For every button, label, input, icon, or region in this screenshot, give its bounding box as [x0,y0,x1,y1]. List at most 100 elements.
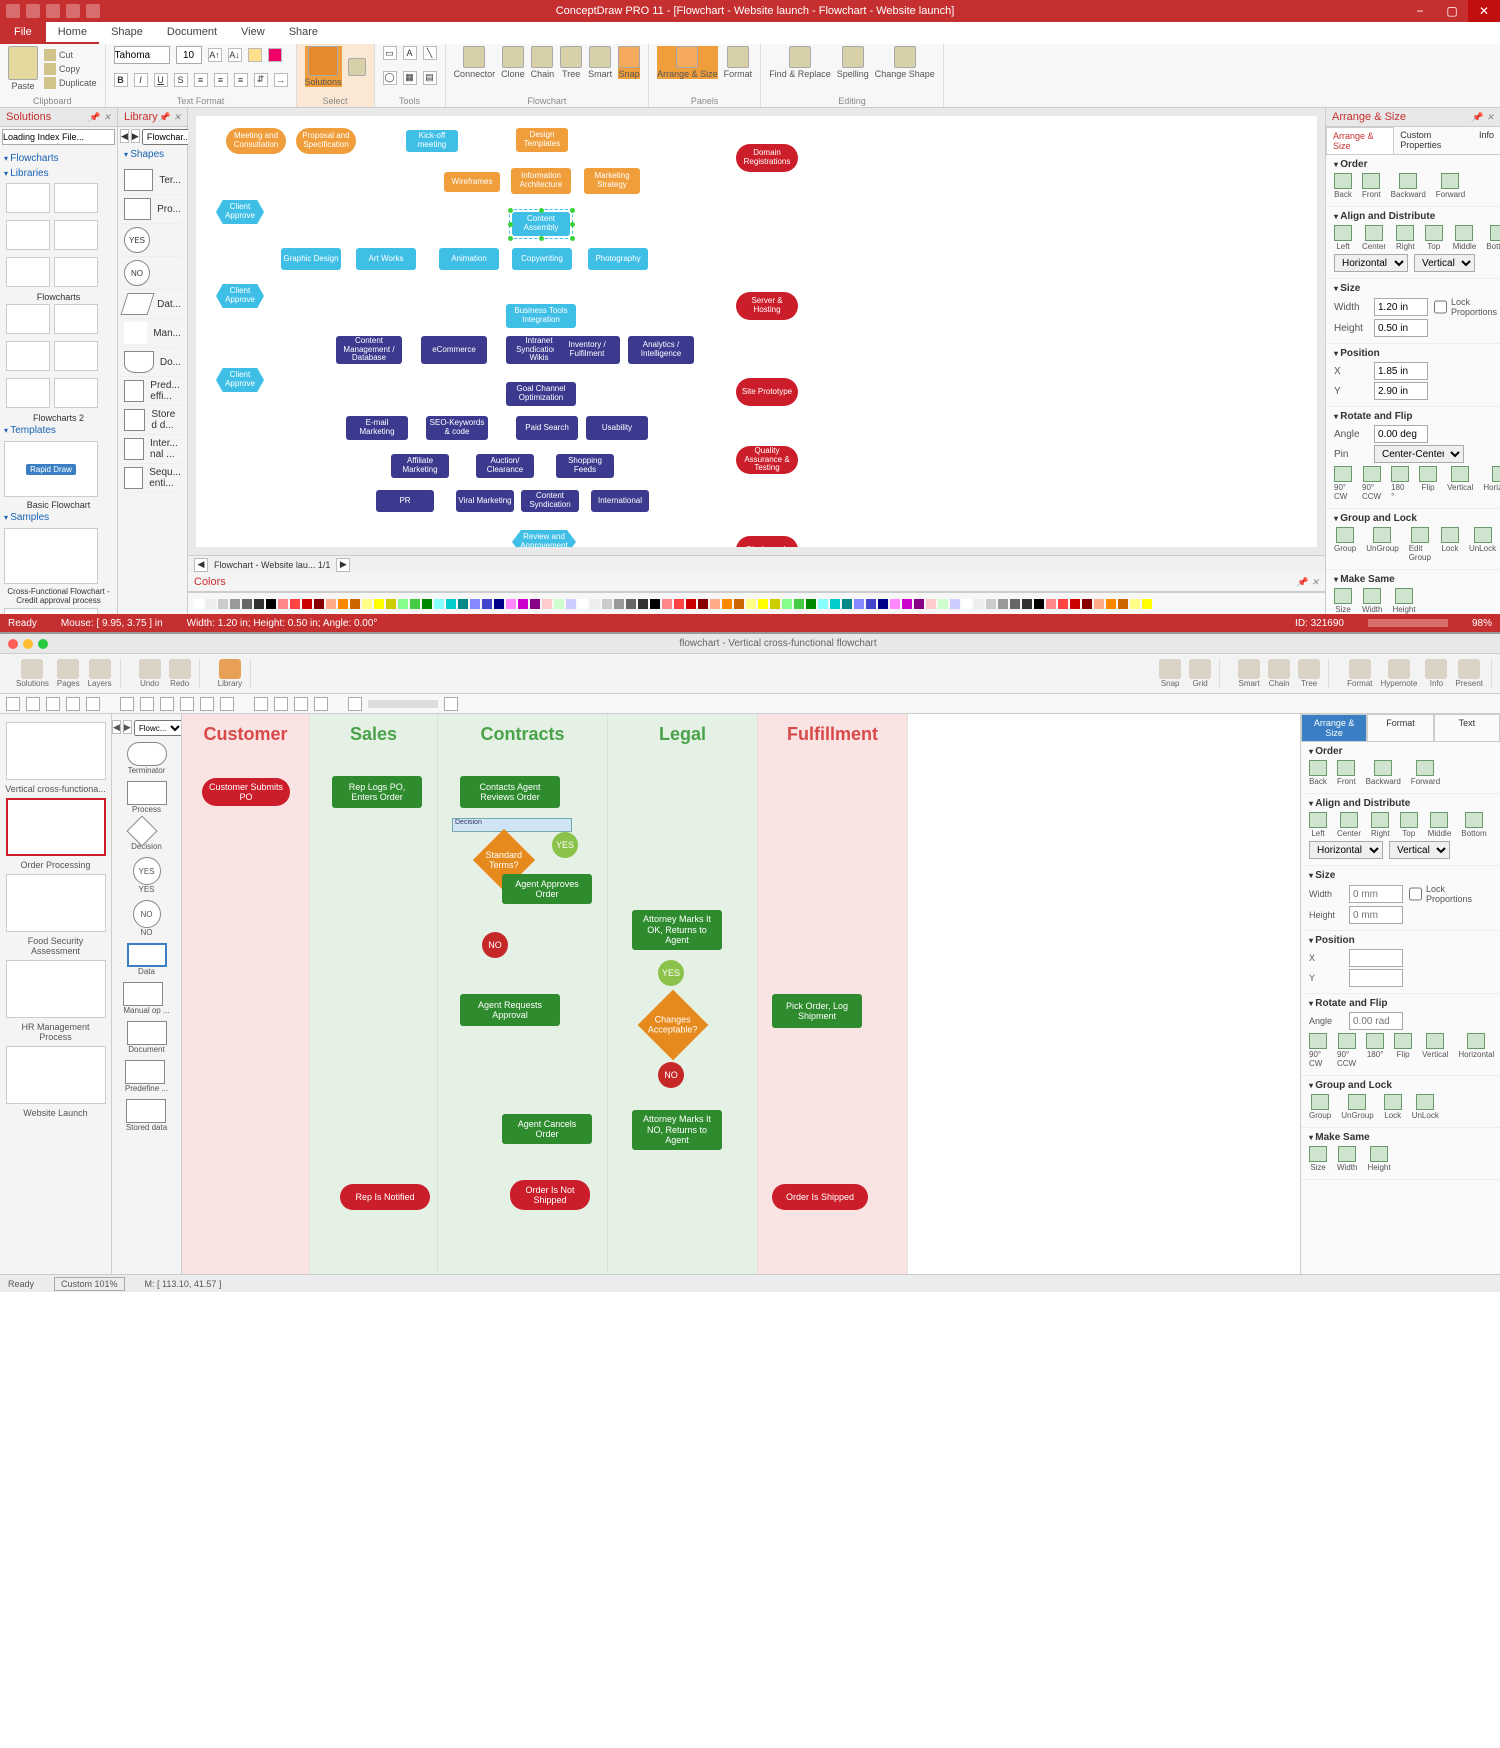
panel-action-forward[interactable]: Forward [1436,173,1465,199]
flowchart-node[interactable]: Client Approve [216,284,264,308]
width-input[interactable] [1374,298,1428,316]
flowchart-node[interactable]: Rep Is Notified [340,1184,430,1210]
color-swatch[interactable] [530,599,540,609]
spelling-button[interactable]: Spelling [837,46,869,79]
solutions-tool[interactable]: Solutions [16,659,49,688]
color-swatch[interactable] [494,599,504,609]
select-templates-icon[interactable] [348,58,366,76]
zoom-in-icon[interactable] [444,697,458,711]
pages-tool[interactable]: Pages [57,659,80,688]
panel-action-ungroup[interactable]: UnGroup [1341,1094,1373,1120]
color-swatch[interactable] [566,599,576,609]
panel-action-unlock[interactable]: UnLock [1412,1094,1439,1120]
color-palette[interactable] [188,592,1325,614]
flowchart-node[interactable]: Meeting and Consultation [226,128,286,154]
solutions-button[interactable]: Solutions [305,46,342,87]
color-swatch[interactable] [1022,599,1032,609]
color-swatch[interactable] [254,599,264,609]
flowchart-node[interactable]: Site Launch [736,536,798,547]
solutions-search-input[interactable] [2,129,115,145]
flowchart-node[interactable]: Paid Search [516,416,578,440]
flowchart-node[interactable]: Contacts Agent Reviews Order [460,776,560,808]
shape-palette-item[interactable]: Manual op ... [123,982,169,1015]
library-tool[interactable]: Library [218,659,242,688]
info-tool[interactable]: Info [1425,659,1447,688]
flowchart-node[interactable]: Affiliate Marketing [391,454,449,478]
color-swatch[interactable] [758,599,768,609]
panel-action-middle[interactable]: Middle [1453,225,1477,251]
color-swatch[interactable] [242,599,252,609]
align-right-icon[interactable]: ≡ [234,73,248,87]
color-swatch[interactable] [1034,599,1044,609]
color-swatch[interactable] [818,599,828,609]
library-shape[interactable]: Pro... [122,195,183,224]
color-swatch[interactable] [614,599,624,609]
color-swatch[interactable] [794,599,804,609]
pin-select[interactable]: Center-Center [1374,445,1464,463]
color-swatch[interactable] [290,599,300,609]
align-v-select[interactable]: Vertical [1414,254,1475,272]
library-shape[interactable]: Man... [122,319,183,348]
color-swatch[interactable] [398,599,408,609]
color-swatch[interactable] [686,599,696,609]
duplicate-button[interactable]: Duplicate [44,77,97,89]
color-swatch[interactable] [482,599,492,609]
connector-button[interactable]: Connector [454,46,496,79]
color-swatch[interactable] [542,599,552,609]
color-swatch[interactable] [422,599,432,609]
templates-category[interactable]: Templates [4,423,113,438]
flowchart-node[interactable]: Information Architecture [511,168,571,194]
color-swatch[interactable] [698,599,708,609]
color-swatch[interactable] [338,599,348,609]
color-swatch[interactable] [578,599,588,609]
mac-min-button[interactable] [23,639,33,649]
color-swatch[interactable] [590,599,600,609]
valign-icon[interactable]: ⇵ [254,73,268,87]
panel-action-backward[interactable]: Backward [1366,760,1401,786]
flowchart-node[interactable]: Quality Assurance & Testing [736,446,798,474]
color-swatch[interactable] [914,599,924,609]
mac-zoom-button[interactable] [38,639,48,649]
flowchart-node[interactable]: Rep Logs PO, Enters Order [332,776,422,808]
cut-button[interactable]: Cut [44,49,97,61]
samples-category[interactable]: Samples [4,510,113,525]
flowchart-node[interactable]: Attorney Marks It OK, Returns to Agent [632,910,722,950]
pin-icon[interactable]: 📌 [158,112,169,123]
panel-action-center[interactable]: Center [1362,225,1386,251]
color-swatch[interactable] [782,599,792,609]
maximize-button[interactable]: ▢ [1436,0,1468,22]
color-swatch[interactable] [734,599,744,609]
flowchart-node[interactable]: Graphic Design [281,248,341,270]
mac-close-button[interactable] [8,639,18,649]
color-swatch[interactable] [890,599,900,609]
color-swatch[interactable] [554,599,564,609]
library-shape[interactable]: Sequ... enti... [122,464,183,493]
flowchart-node[interactable]: Customer Submits PO [202,778,290,806]
library-shape[interactable]: YES [122,224,183,257]
flowchart-node[interactable]: Content Assembly [512,212,570,236]
paste-button[interactable]: Paste [8,46,38,91]
panel-action--cw[interactable]: 90° CW [1334,466,1352,501]
tab-info[interactable]: Info [1473,127,1500,154]
color-swatch[interactable] [230,599,240,609]
tree-button[interactable]: Tree [560,46,582,79]
tab-shape[interactable]: Shape [99,22,155,44]
sample-thumb[interactable] [6,722,106,780]
minimize-button[interactable]: − [1404,0,1436,22]
italic-icon[interactable]: I [134,73,148,87]
color-swatch[interactable] [470,599,480,609]
tab-text[interactable]: Text [1434,714,1500,742]
flowchart-node[interactable]: Review and Approvement [512,530,576,547]
flowchart-node[interactable]: Business Tools Integration [506,304,576,328]
flowchart-node[interactable]: Agent Cancels Order [502,1114,592,1144]
flowchart-node[interactable]: Wireframes [444,172,500,192]
pointer-tool-icon[interactable]: ▭ [383,46,397,60]
flowchart-node[interactable]: Auction/ Clearance [476,454,534,478]
color-swatch[interactable] [458,599,468,609]
library-shape[interactable]: Store d d... [122,406,183,435]
flowchart-node[interactable]: SEO-Keywords & code [426,416,488,440]
panel-action-forward[interactable]: Forward [1411,760,1440,786]
panel-action-size[interactable]: Size [1334,588,1352,614]
color-swatch[interactable] [770,599,780,609]
flowchart-node[interactable]: Analytics / Intelligence [628,336,694,364]
